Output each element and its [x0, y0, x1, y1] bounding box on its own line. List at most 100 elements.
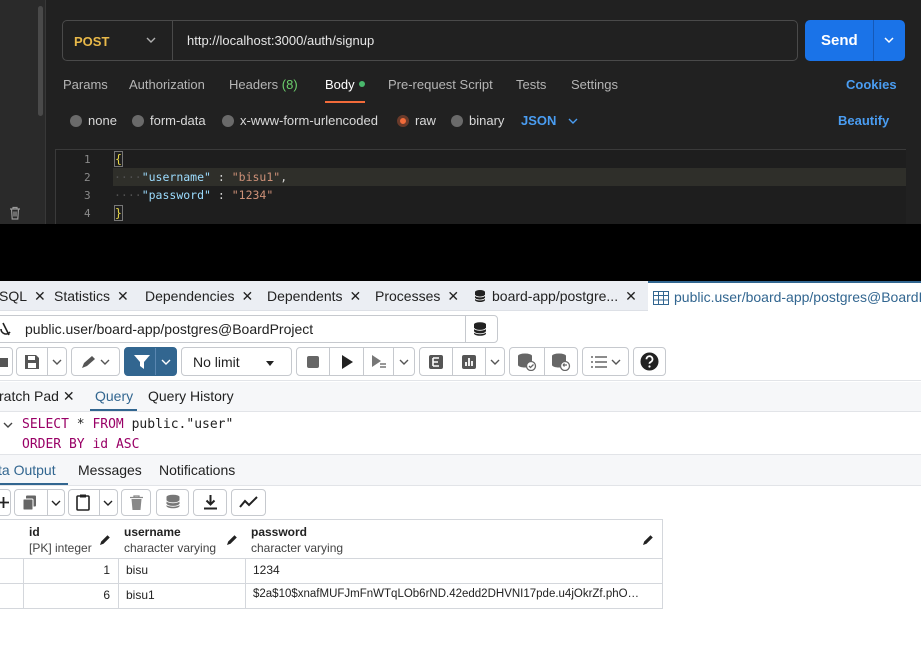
chevron-down-icon [100, 359, 110, 365]
method-select[interactable]: POST [63, 21, 173, 60]
save-button-group[interactable] [16, 347, 67, 376]
close-icon[interactable]: ✕ [242, 288, 254, 304]
cell-value: 6 [103, 588, 110, 602]
row-header[interactable] [0, 583, 24, 609]
limit-select[interactable]: No limit [181, 347, 292, 376]
save-data-button[interactable] [156, 489, 189, 516]
tab-authorization[interactable]: Authorization [129, 77, 205, 92]
radio-raw[interactable]: raw [397, 113, 436, 128]
execute-button-group[interactable] [296, 347, 415, 376]
column-header-username[interactable]: username character varying [118, 519, 246, 559]
transaction-button-group[interactable] [509, 347, 578, 376]
explain-button-group[interactable] [419, 347, 505, 376]
table-cell-password[interactable]: 1234 [245, 558, 663, 584]
tab-tests[interactable]: Tests [516, 77, 546, 92]
tab-messages[interactable]: Messages [78, 462, 142, 478]
database-connect-icon[interactable] [472, 321, 488, 337]
tab-data-output[interactable]: ta Output [0, 462, 56, 478]
fold-chevron-icon[interactable] [3, 420, 13, 430]
help-button[interactable] [633, 347, 666, 376]
connection-divider [465, 316, 466, 342]
connection-select[interactable]: public.user/board-app/postgres@BoardProj… [0, 315, 498, 343]
radio-binary[interactable]: binary [451, 113, 504, 128]
sidebar-scrollbar[interactable] [38, 6, 43, 116]
tab-settings[interactable]: Settings [571, 77, 618, 92]
radio-none[interactable]: none [70, 113, 117, 128]
chevron-down-icon[interactable] [567, 115, 579, 127]
paste-button-group[interactable] [68, 489, 118, 516]
tab-params[interactable]: Params [63, 77, 108, 92]
edit-button-group[interactable] [71, 347, 120, 376]
screen-gap [0, 224, 921, 281]
clipboard-icon [76, 494, 90, 511]
chevron-down-icon [146, 37, 156, 43]
beautify-link[interactable]: Beautify [838, 113, 889, 128]
close-icon[interactable]: ✕ [63, 388, 75, 404]
table-cell-id[interactable]: 1 [23, 558, 119, 584]
chevron-down-icon[interactable] [883, 34, 895, 46]
radio-form-data-label: form-data [150, 113, 206, 128]
filter-icon [134, 355, 150, 369]
tab-prerequest-script[interactable]: Pre-request Script [388, 77, 493, 92]
tab-query-history[interactable]: Query History [148, 388, 234, 404]
explain-analyze-icon [462, 355, 476, 369]
active-tab-underline [325, 101, 365, 103]
url-input[interactable]: http://localhost:3000/auth/signup [187, 33, 374, 48]
tab-body[interactable]: Body [325, 77, 365, 92]
tab-sql[interactable]: SQL ✕ [0, 288, 46, 305]
method-label: POST [74, 34, 110, 49]
tab-board-app[interactable]: board-app/postgre... ✕ [473, 288, 637, 305]
close-icon[interactable]: ✕ [117, 288, 129, 304]
close-icon[interactable]: ✕ [350, 288, 362, 304]
delete-row-button[interactable] [121, 489, 151, 516]
row-header-corner[interactable] [0, 519, 24, 559]
tab-query[interactable]: Query [95, 388, 133, 404]
trash-icon[interactable] [7, 205, 23, 221]
tab-query-tool-active[interactable]: public.user/board-app/postgres@BoardProj… [648, 281, 921, 311]
column-name: id [29, 525, 40, 539]
radio-form-data[interactable]: form-data [132, 113, 206, 128]
explain-icon [429, 355, 443, 369]
table-cell-id[interactable]: 6 [23, 583, 119, 609]
sql-line-2: ORDER BY id ASC [22, 437, 139, 452]
tab-dependents-label: Dependents [267, 288, 343, 304]
table-cell-password[interactable]: $2a$10$xnafMUFJmFnWTqLOb6rND.42edd2DHVNI… [245, 583, 663, 609]
send-button[interactable]: Send [805, 20, 905, 61]
open-file-button[interactable] [0, 347, 13, 376]
sql-editor[interactable]: SELECT * FROM public."user" ORDER BY id … [0, 412, 921, 455]
body-editor[interactable]: 1 2 3 4 { ····"username" : "bisu1", ····… [55, 149, 906, 224]
connection-status-icon [0, 322, 11, 336]
trash-icon [130, 495, 143, 510]
row-header[interactable] [0, 558, 24, 584]
tab-dependents[interactable]: Dependents ✕ [267, 288, 361, 305]
tab-scratch-pad[interactable]: ratch Pad ✕ [0, 388, 75, 405]
cell-value: 1234 [253, 563, 280, 577]
output-toolbar [0, 486, 921, 519]
close-icon[interactable]: ✕ [34, 288, 46, 304]
tab-dependencies[interactable]: Dependencies ✕ [145, 288, 253, 305]
graph-visualiser-button[interactable] [231, 489, 266, 516]
filter-button-group[interactable] [124, 347, 177, 376]
macros-button-group[interactable] [582, 347, 629, 376]
close-icon[interactable]: ✕ [625, 288, 637, 304]
download-button[interactable] [193, 489, 227, 516]
cookies-link[interactable]: Cookies [846, 77, 897, 92]
raw-format-select[interactable]: JSON [521, 113, 556, 128]
tab-headers[interactable]: Headers (8) [229, 77, 298, 92]
tab-statistics[interactable]: Statistics ✕ [54, 288, 129, 305]
close-icon[interactable]: ✕ [447, 288, 459, 304]
close-brace: } [114, 205, 123, 221]
column-header-id[interactable]: id [PK] integer [23, 519, 119, 559]
add-row-button[interactable] [0, 489, 11, 516]
rollback-icon [552, 353, 571, 371]
radio-urlencoded[interactable]: x-www-form-urlencoded [222, 113, 378, 128]
column-type: character varying [124, 541, 217, 555]
send-label: Send [821, 32, 858, 49]
tab-processes[interactable]: Processes ✕ [375, 288, 459, 305]
tab-notifications[interactable]: Notifications [159, 462, 235, 478]
table-cell-username[interactable]: bisu [118, 558, 246, 584]
copy-button-group[interactable] [14, 489, 65, 516]
caret-down-icon [266, 361, 274, 366]
table-cell-username[interactable]: bisu1 [118, 583, 246, 609]
column-header-password[interactable]: password character varying [245, 519, 663, 559]
